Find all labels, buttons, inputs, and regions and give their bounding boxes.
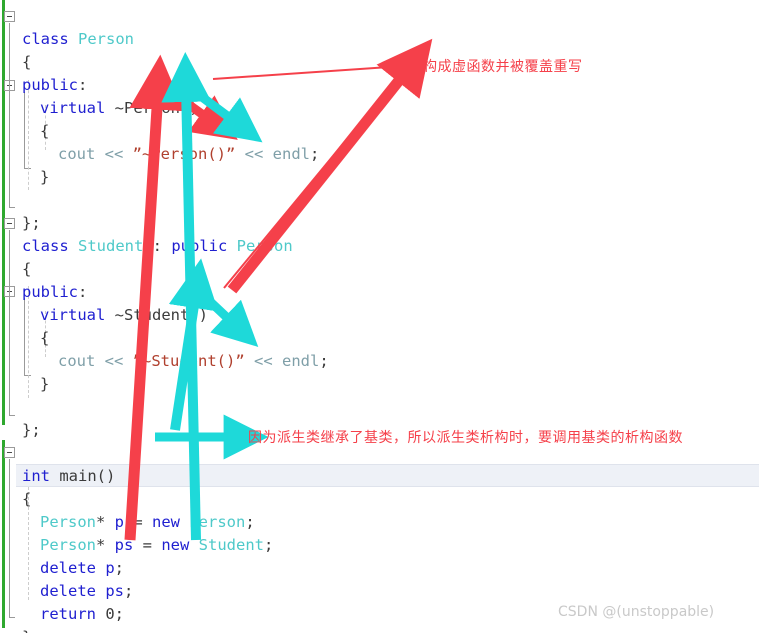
code-token: << [235,145,273,163]
code-token: endl [281,352,320,370]
code-token: Person [40,513,96,531]
code-token: virtual [40,306,115,324]
code-token: { [40,122,50,140]
code-token: new [152,513,190,531]
code-token: ”~Person()” [132,145,236,163]
code-token: public [22,76,78,94]
fold-guide-foot-main [9,617,15,618]
code-token: << [104,145,133,163]
code-token: } [22,628,31,633]
code-token: new [161,536,199,554]
code-token: ; [114,559,125,577]
code-token: ; [319,352,329,370]
code-token: ; [124,582,134,600]
code-token: = [133,513,153,531]
code-token: ; [114,605,125,623]
code-token: * [96,536,115,554]
code-token: cout [58,352,105,370]
fold-guide-class-student [9,230,10,415]
code-token: Person [189,513,246,531]
code-token: : [152,237,172,255]
code-token: * [96,513,115,531]
code-token: : [78,283,88,301]
code-token: public [171,237,237,255]
code-token: delete [40,559,106,577]
annotation-note-bottom: 因为派生类继承了基类，所以派生类析构时，要调用基类的析构函数 [248,430,683,446]
code-token: cout [58,145,105,163]
code-token: class [22,237,78,255]
fold-guide-person-dtor [24,92,25,168]
code-token: ”~Student()” [132,352,245,370]
fold-toggle-class-student[interactable] [4,218,15,229]
fold-toggle-class-person[interactable] [4,11,15,22]
fold-guide-student-dtor [24,298,25,375]
code-token: ; [309,145,320,163]
fold-guide-class-person [9,23,10,207]
code-token: { [22,490,32,508]
code-token: Person [236,237,293,255]
code-token: Person [40,536,96,554]
code-token: { [22,260,32,278]
code-editor[interactable]: class Person { public: virtual ~Person() { co… [0,0,759,633]
code-token: class [22,30,78,48]
code-token: virtual [40,99,115,117]
code-token: ~Person() [114,99,199,117]
current-line-highlight [16,464,759,487]
change-bar-middle [2,212,5,425]
csdn-watermark: CSDN @(unstoppable) [558,604,715,620]
fold-guide-foot-student [9,415,15,416]
code-token: p [114,513,134,531]
fold-toggle-main[interactable] [4,447,15,458]
code-token: ps [114,536,143,554]
code-token: } [40,168,50,186]
code-token: = [142,536,162,554]
code-token: Student [78,237,153,255]
code-token: ps [105,582,124,600]
code-token: ~Student() [114,306,208,324]
change-bar-bottom [2,440,5,628]
code-token: 0 [105,605,115,623]
code-token: delete [40,582,106,600]
code-token: ; [245,513,255,531]
code-token: { [22,53,32,71]
code-token: int [22,467,60,485]
code-token: p [105,559,115,577]
code-token: main() [59,467,116,485]
code-token: }; [22,421,41,439]
code-token: }; [22,214,41,232]
change-bar-top [2,0,5,212]
code-token: Person [78,30,134,48]
code-token: Student [198,536,264,554]
code-token: ; [264,536,274,554]
fold-guide-foot-person [9,207,15,208]
annotation-note-top: 构成虚函数并被覆盖重写 [423,59,583,75]
code-token: endl [272,145,310,163]
code-token: } [40,375,50,393]
code-token: return [40,605,106,623]
code-token: << [244,352,282,370]
code-token: << [104,352,133,370]
code-token: : [78,76,88,94]
fold-guide-main [9,459,10,617]
code-token: public [22,283,78,301]
code-token: { [40,329,50,347]
